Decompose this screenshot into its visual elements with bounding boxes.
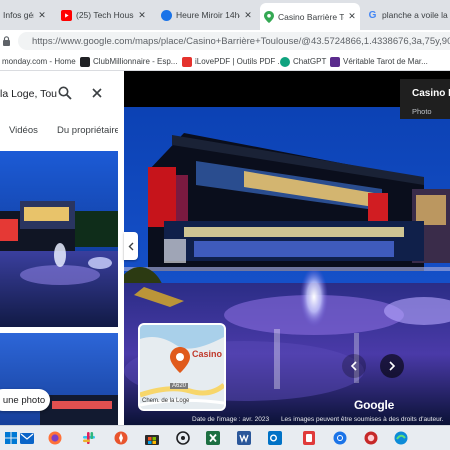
search-icon[interactable] bbox=[58, 86, 72, 100]
tab-casino-barriere[interactable]: Casino Barrière Tou ✕ bbox=[260, 3, 360, 30]
taskbar bbox=[0, 425, 450, 450]
chevron-left-icon bbox=[350, 361, 357, 371]
bookmark-label: ClubMillionnaire - Esp... bbox=[93, 57, 178, 66]
chevron-left-icon bbox=[128, 242, 134, 250]
bookmark-tarot[interactable]: Véritable Tarot de Mar... bbox=[330, 55, 428, 68]
tab-owner[interactable]: Du propriétaire bbox=[57, 125, 120, 136]
outlook-icon[interactable] bbox=[266, 429, 284, 447]
tab-title: Infos géné bbox=[3, 10, 34, 20]
url-field[interactable]: https://www.google.com/maps/place/Casino… bbox=[18, 32, 450, 50]
bookmark-label: Véritable Tarot de Mar... bbox=[343, 57, 428, 66]
photo-thumbnail[interactable] bbox=[0, 151, 118, 327]
compass-icon[interactable] bbox=[112, 429, 130, 447]
bookmark-chatgpt[interactable]: ChatGPT bbox=[280, 55, 326, 68]
youtube-icon bbox=[61, 9, 72, 21]
word-icon[interactable] bbox=[235, 429, 253, 447]
bookmarks-bar: monday.com - Home ClubMillionnaire - Esp… bbox=[0, 52, 450, 71]
tab-heure-miroir[interactable]: Heure Miroir 14h44 ✕ bbox=[158, 4, 256, 26]
close-icon[interactable] bbox=[92, 88, 102, 98]
place-info-card[interactable]: Casino Barrière Toulouse Photo bbox=[400, 79, 450, 119]
firefox-icon[interactable] bbox=[46, 429, 64, 447]
close-icon[interactable]: ✕ bbox=[137, 10, 147, 21]
store-icon[interactable] bbox=[143, 429, 161, 447]
image-date: Date de l'image : avr. 2023 bbox=[192, 416, 270, 423]
place-side-panel: la Loge, Tou Vidéos Du propriétaire une … bbox=[0, 71, 124, 425]
google-logo: Google bbox=[354, 398, 395, 412]
google-g-icon: G bbox=[368, 9, 377, 21]
search-input-value: la Loge, Tou bbox=[0, 88, 58, 100]
copyright-notice[interactable]: Les images peuvent être soumises à des d… bbox=[281, 416, 443, 423]
place-name: Casino Barrière Toulouse bbox=[412, 88, 450, 99]
previous-photo-button[interactable] bbox=[342, 354, 366, 378]
minimap[interactable]: Casino B A620 Chem. de la Loge bbox=[138, 323, 226, 411]
tab-planche-a-voile[interactable]: G planche a voile la r bbox=[364, 4, 450, 26]
street-view-viewer[interactable]: Casino Barrière Toulouse Photo Casino B … bbox=[124, 71, 450, 425]
address-bar: https://www.google.com/maps/place/Casino… bbox=[0, 30, 450, 52]
slack-icon[interactable] bbox=[80, 429, 98, 447]
bookmark-ilovepdf[interactable]: iLovePDF | Outils PDF ... bbox=[182, 55, 284, 68]
app-circle-icon[interactable] bbox=[362, 429, 380, 447]
tab-youtube[interactable]: (25) Tech House Mi ✕ bbox=[58, 4, 150, 26]
next-photo-button[interactable] bbox=[380, 354, 404, 378]
google-maps-icon bbox=[263, 10, 274, 23]
minimap-street-label: Chem. de la Loge bbox=[142, 398, 190, 404]
tab-title: (25) Tech House Mi bbox=[76, 10, 134, 20]
excel-icon[interactable] bbox=[204, 429, 222, 447]
ilovepdf-icon bbox=[182, 56, 192, 67]
mail-icon[interactable] bbox=[18, 429, 36, 447]
add-photo-button[interactable]: une photo bbox=[0, 389, 50, 411]
bookmark-monday[interactable]: monday.com - Home bbox=[2, 55, 76, 68]
tab-title: Casino Barrière Tou bbox=[278, 11, 344, 22]
tab-title: planche a voile la r bbox=[382, 10, 450, 20]
image-credits: Date de l'image : avr. 2023 Les images p… bbox=[192, 416, 443, 423]
close-icon[interactable]: ✕ bbox=[243, 10, 253, 21]
tab-strip: Infos géné ✕ (25) Tech House Mi ✕ Heure … bbox=[0, 0, 450, 30]
minimap-road-label: A620 bbox=[170, 383, 189, 389]
lock-icon[interactable] bbox=[2, 36, 11, 46]
chrome-icon[interactable] bbox=[331, 429, 349, 447]
tab-videos[interactable]: Vidéos bbox=[9, 125, 38, 136]
photo-tabs: Vidéos Du propriétaire bbox=[0, 121, 124, 143]
bookmark-icon bbox=[80, 56, 90, 67]
bookmark-clubmillionnaire[interactable]: ClubMillionnaire - Esp... bbox=[80, 55, 177, 68]
chatgpt-icon[interactable] bbox=[174, 429, 192, 447]
chatgpt-icon bbox=[280, 56, 290, 67]
place-subtitle: Photo bbox=[412, 107, 432, 116]
tarot-icon bbox=[330, 56, 340, 67]
collapse-panel-button[interactable] bbox=[124, 232, 138, 260]
chevron-right-icon bbox=[389, 361, 396, 371]
bookmark-label: monday.com - Home bbox=[2, 57, 76, 66]
add-photo-label: une photo bbox=[2, 394, 46, 406]
bookmark-label: ChatGPT bbox=[293, 57, 327, 66]
url-text: https://www.google.com/maps/place/Casino… bbox=[32, 35, 450, 47]
app-red-icon[interactable] bbox=[300, 429, 318, 447]
tarot-site-icon bbox=[161, 9, 172, 21]
close-icon[interactable]: ✕ bbox=[347, 11, 357, 22]
tab-title: Heure Miroir 14h44 bbox=[176, 10, 240, 20]
close-icon[interactable]: ✕ bbox=[37, 10, 47, 21]
photo-thumbnail[interactable] bbox=[0, 333, 118, 425]
bookmark-label: iLovePDF | Outils PDF ... bbox=[195, 57, 285, 66]
minimap-place-label: Casino B bbox=[192, 349, 224, 359]
edge-icon[interactable] bbox=[392, 429, 410, 447]
tab-infos[interactable]: Infos géné ✕ bbox=[0, 4, 50, 26]
